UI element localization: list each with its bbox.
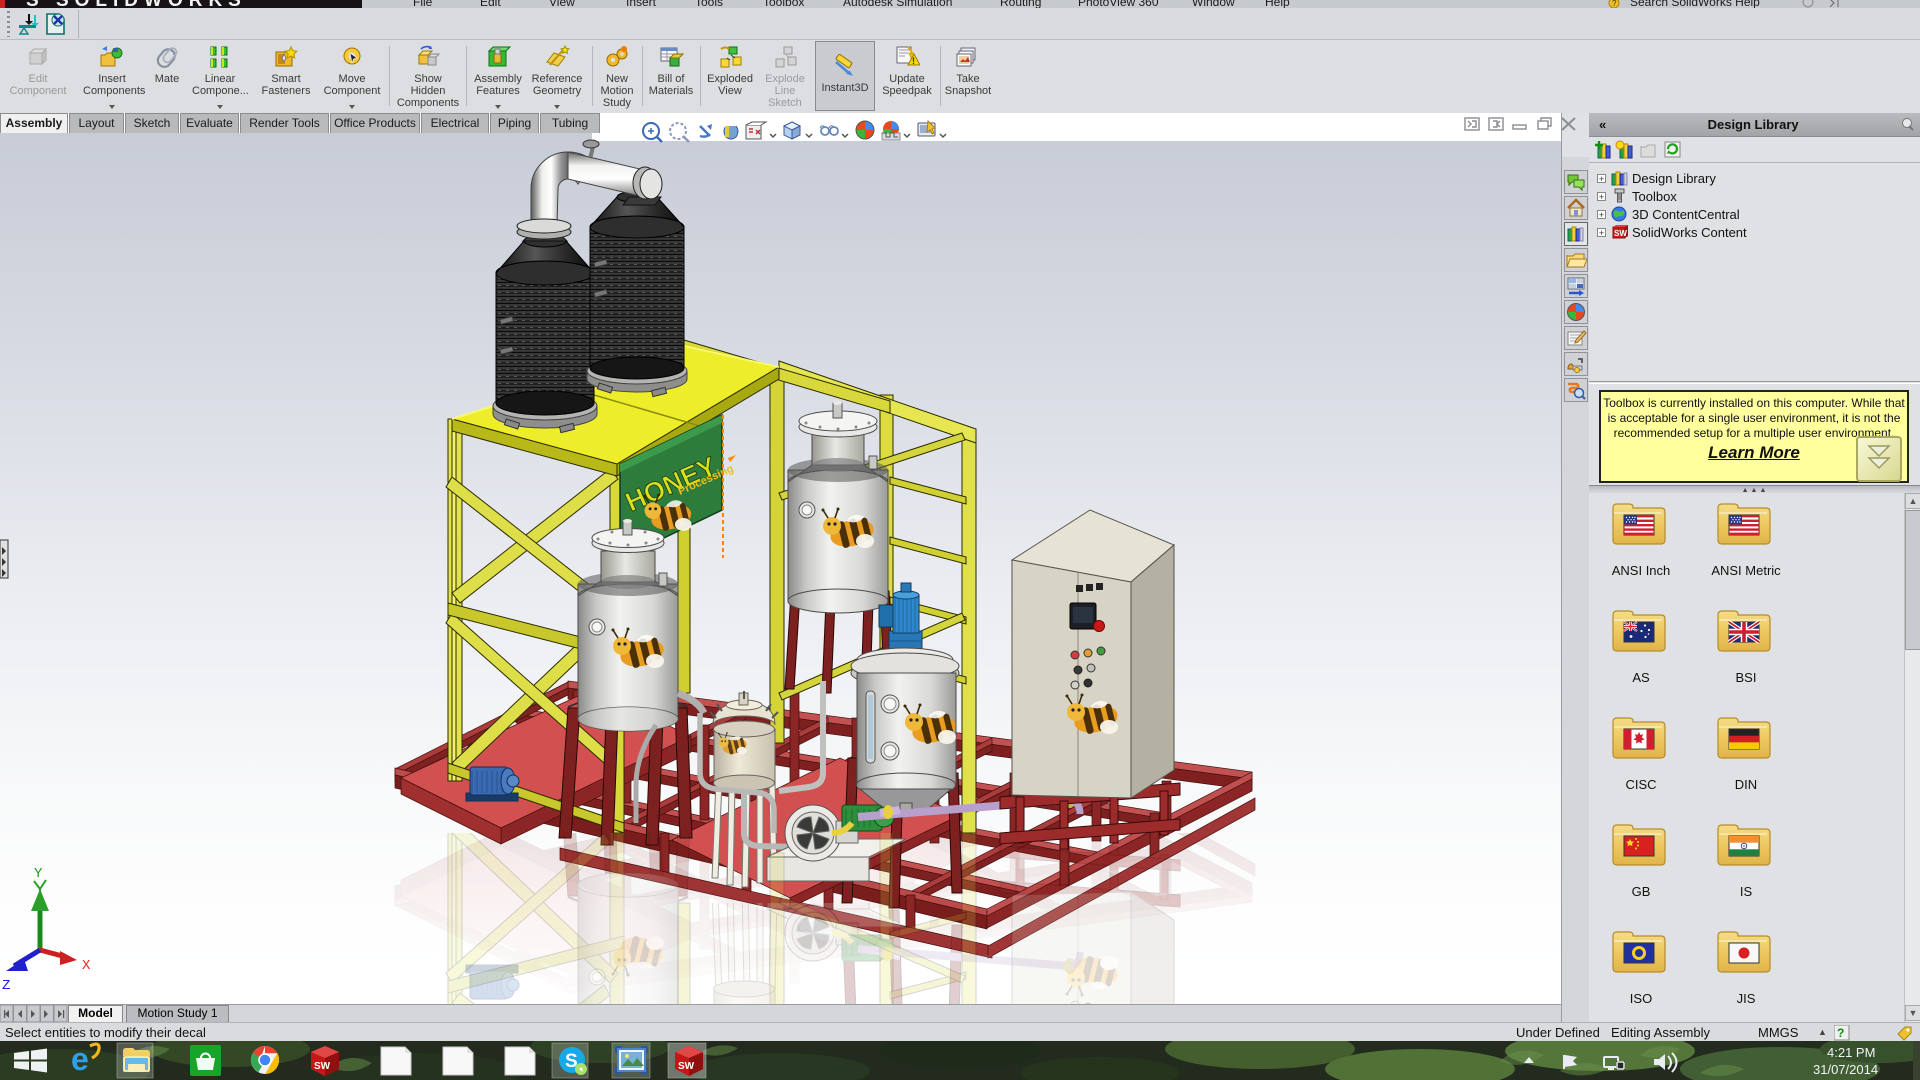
svg-text:e: e — [71, 1041, 89, 1077]
svg-text:Y: Y — [34, 866, 43, 882]
svg-text:Z: Z — [2, 978, 10, 994]
svg-text:SW: SW — [314, 1061, 331, 1072]
svg-text:X: X — [82, 958, 91, 974]
svg-text:31/07/2014: 31/07/2014 — [1813, 1062, 1878, 1077]
svg-text:SW: SW — [678, 1061, 695, 1072]
svg-text:4:21 PM: 4:21 PM — [1827, 1045, 1875, 1060]
svg-text:SW: SW — [1614, 229, 1627, 238]
svg-text:?: ? — [1837, 1026, 1844, 1040]
svg-text:?: ? — [1612, 0, 1617, 8]
svg-text:!: ! — [912, 56, 915, 66]
